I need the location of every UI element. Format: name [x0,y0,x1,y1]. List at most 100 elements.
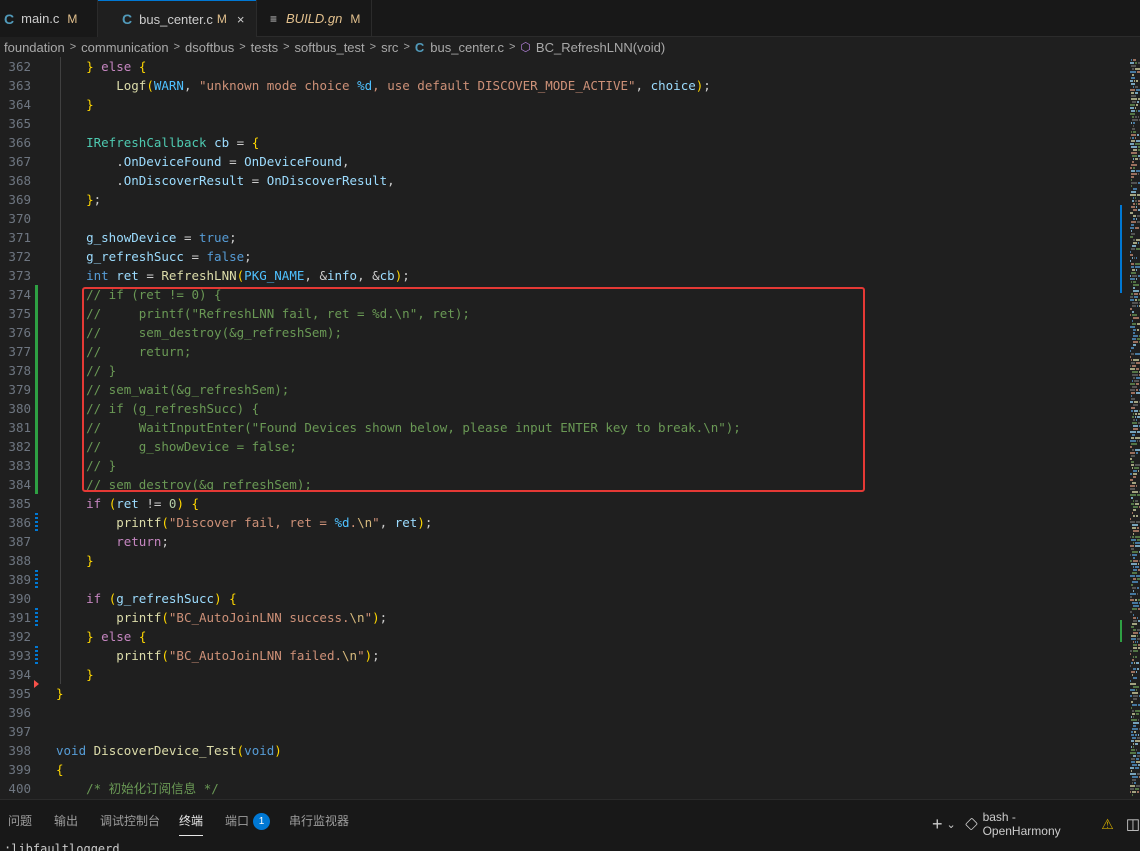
code-line[interactable]: return; [56,532,169,551]
add-terminal-button[interactable]: + [932,814,943,835]
line-number: 375 [8,306,31,321]
git-added-marker[interactable] [35,418,38,437]
minimap-line [1133,473,1137,475]
tab-bus-center-c[interactable]: C bus_center.c M × [98,0,256,37]
line-number: 374 [8,287,31,302]
breadcrumb: foundation > communication > dsoftbus > … [0,37,1140,57]
code-line[interactable]: g_refreshSucc = false; [56,247,252,266]
code-line[interactable]: { [56,760,64,779]
breadcrumb-file[interactable]: bus_center.c [430,40,504,55]
code-line[interactable]: void DiscoverDevice_Test(void) [56,741,282,760]
minimap-line [1135,200,1137,202]
minimap-line [1132,704,1137,706]
code-line[interactable]: } [56,665,94,684]
highlight-box [82,287,865,492]
minimap-line [1133,476,1136,478]
minimap[interactable] [1116,57,1140,799]
close-icon[interactable]: × [237,12,245,27]
breadcrumb-item[interactable]: foundation [4,40,65,55]
minimap-line [1130,545,1134,547]
method-symbol-icon: ⬡ [520,40,531,54]
tab-output[interactable]: 输出 [54,812,78,829]
minimap-line [1137,791,1139,793]
scroll-change-marker [1120,205,1122,293]
git-added-marker[interactable] [35,380,38,399]
minimap-line [1133,209,1137,211]
breadcrumb-item[interactable]: src [381,40,398,55]
code-line[interactable]: } [56,95,94,114]
minimap-line [1131,266,1134,268]
git-added-marker[interactable] [35,456,38,475]
breadcrumb-item[interactable]: tests [251,40,278,55]
split-terminal-icon[interactable]: ◫ [1126,815,1140,833]
minimap-line [1133,86,1134,88]
code-line[interactable]: int ret = RefreshLNN(PKG_NAME, &info, &c… [56,266,410,285]
minimap-line [1131,740,1134,742]
git-added-marker[interactable] [35,304,38,323]
breadcrumb-item[interactable]: communication [81,40,168,55]
minimap-line [1135,299,1137,301]
warning-icon[interactable]: ⚠ [1101,816,1114,833]
code-line[interactable]: if (ret != 0) { [56,494,199,513]
minimap-line [1131,272,1136,274]
code-line[interactable]: printf("Discover fail, ret = %d.\n", ret… [56,513,432,532]
terminal-name[interactable]: bash - OpenHarmony [983,810,1096,838]
git-deleted-marker[interactable] [34,680,39,688]
minimap-line [1135,92,1138,94]
minimap-line [1132,602,1138,604]
code-line[interactable]: }; [56,190,101,209]
code-line[interactable]: Logf(WARN, "unknown mode choice %d, use … [56,76,711,95]
breadcrumb-item[interactable]: dsoftbus [185,40,234,55]
code-line[interactable]: .OnDeviceFound = OnDeviceFound, [56,152,349,171]
git-added-marker[interactable] [35,361,38,380]
chevron-down-icon[interactable]: ⌄ [947,818,956,831]
tab-terminal[interactable]: 终端 [179,812,204,836]
breadcrumb-symbol[interactable]: BC_RefreshLNN(void) [536,40,665,55]
minimap-line [1130,260,1131,262]
tab-debug-console[interactable]: 调试控制台 [100,812,160,829]
code-line[interactable]: /* 初始化订阅信息 */ [56,779,219,798]
minimap-line [1130,254,1133,256]
code-line[interactable]: IRefreshCallback cb = { [56,133,259,152]
code-line[interactable]: if (g_refreshSucc) { [56,589,237,608]
line-number: 380 [8,401,31,416]
git-modified-marker[interactable] [35,513,38,532]
git-modified-marker[interactable] [35,608,38,627]
git-added-marker[interactable] [35,285,38,304]
minimap-line [1136,203,1137,205]
tab-serial-monitor[interactable]: 串行监视器 [289,812,349,829]
tab-ports[interactable]: 端口 1 [225,812,271,831]
code-line[interactable]: printf("BC_AutoJoinLNN failed.\n"); [56,646,379,665]
minimap-line [1130,62,1134,64]
minimap-line [1133,725,1136,727]
minimap-line [1130,446,1132,448]
git-added-marker[interactable] [35,437,38,456]
code-line[interactable]: } [56,684,64,703]
code-line[interactable]: g_showDevice = true; [56,228,237,247]
minimap-line [1132,467,1133,469]
tab-main-c[interactable]: C main.c M [0,0,97,37]
git-modified-marker[interactable] [35,646,38,665]
code-line[interactable]: printf("BC_AutoJoinLNN success.\n"); [56,608,387,627]
git-added-marker[interactable] [35,342,38,361]
minimap-line [1132,551,1138,553]
minimap-line [1132,422,1137,424]
tab-problems[interactable]: 问题 [8,812,32,829]
minimap-line [1131,233,1135,235]
breadcrumb-item[interactable]: softbus_test [295,40,365,55]
terminal-output[interactable]: :libfaultloggerd [4,842,120,851]
code-line[interactable]: } else { [56,627,146,646]
code-line[interactable]: } else { [56,57,146,76]
minimap-line [1130,137,1131,139]
git-modified-marker[interactable] [35,570,38,589]
git-added-marker[interactable] [35,323,38,342]
code-line[interactable]: .OnDiscoverResult = OnDiscoverResult, [56,171,394,190]
minimap-line [1136,485,1137,487]
minimap-line [1137,593,1138,595]
code-editor[interactable]: 362 363 364 365 366 367 368 369 370 371 372 373 374 3… [0,57,1140,799]
git-added-marker[interactable] [35,475,38,494]
tab-build-gn[interactable]: ≡ BUILD.gn M [257,0,371,37]
git-added-marker[interactable] [35,399,38,418]
minimap-line [1131,731,1133,733]
code-line[interactable]: } [56,551,94,570]
